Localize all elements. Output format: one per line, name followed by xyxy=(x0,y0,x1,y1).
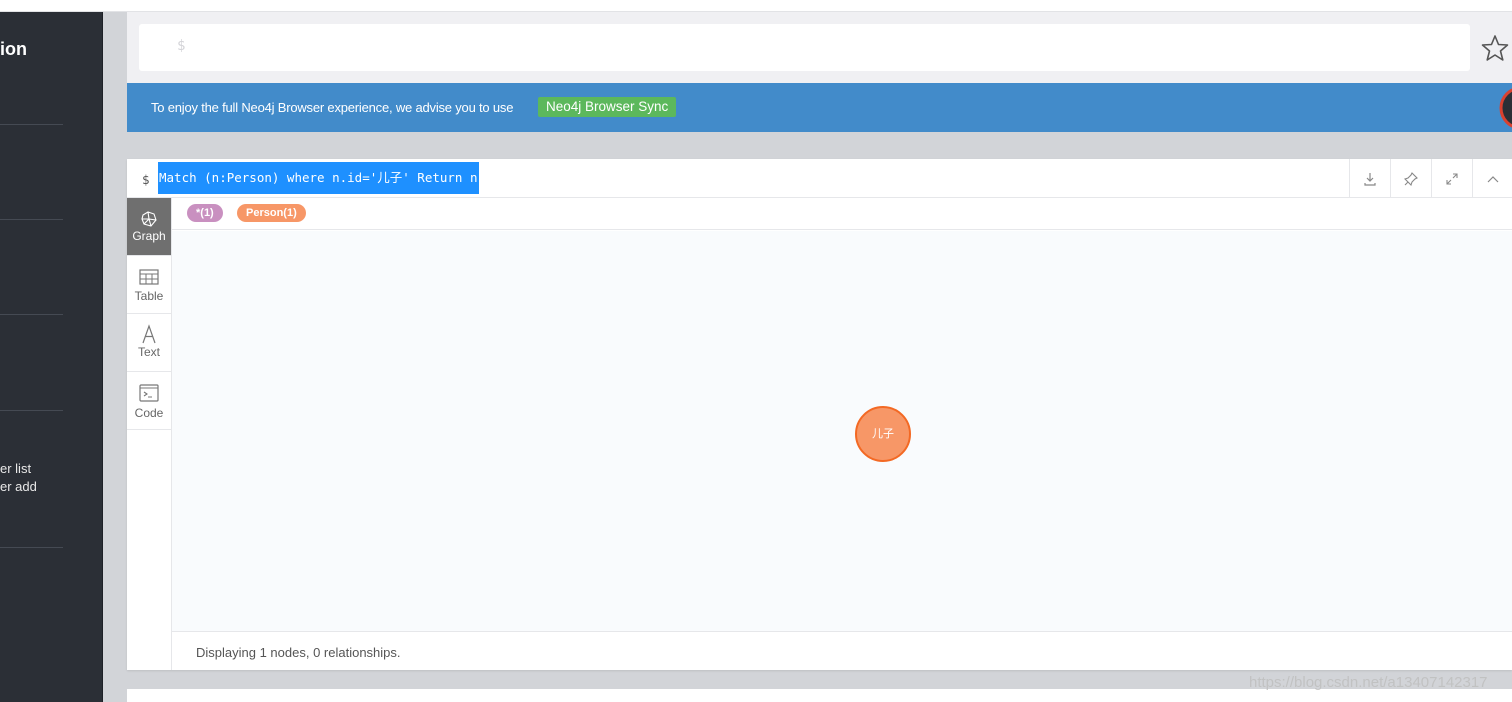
watermark: https://blog.csdn.net/a13407142317 xyxy=(1249,674,1488,691)
sidebar-divider xyxy=(0,124,63,125)
tab-graph[interactable]: Graph xyxy=(127,198,171,256)
favorite-star-button[interactable] xyxy=(1481,34,1509,62)
tab-table-label: Table xyxy=(134,289,164,303)
text-icon xyxy=(142,324,156,344)
sidebar-link-list[interactable]: er list xyxy=(0,461,31,476)
star-icon xyxy=(1481,35,1509,61)
tab-graph-label: Graph xyxy=(132,229,166,243)
status-text: Displaying 1 nodes, 0 relationships. xyxy=(196,645,401,660)
frame-header: $ Match (n:Person) where n.id='儿子' Retur… xyxy=(127,159,1512,198)
fullscreen-button[interactable] xyxy=(1431,159,1472,198)
browser-sync-button[interactable]: Neo4j Browser Sync xyxy=(538,97,677,117)
status-bar: Displaying 1 nodes, 0 relationships. xyxy=(172,631,1512,670)
tab-table[interactable]: Table xyxy=(127,256,171,314)
editor-bar: $ xyxy=(127,12,1512,83)
graph-node[interactable]: 儿子 xyxy=(855,406,911,462)
download-button[interactable] xyxy=(1349,159,1390,198)
tab-code[interactable]: Code xyxy=(127,372,171,430)
code-icon xyxy=(139,384,159,402)
legend-bar: *(1) Person(1) xyxy=(172,198,1512,230)
result-frame: $ Match (n:Person) where n.id='儿子' Retur… xyxy=(127,159,1512,670)
sidebar-title: ion xyxy=(0,39,27,59)
gutter xyxy=(103,12,127,702)
tab-text-label: Text xyxy=(137,345,160,359)
table-icon xyxy=(139,269,159,285)
expand-icon xyxy=(1446,172,1458,185)
sidebar-divider xyxy=(0,219,63,220)
sidebar: ion er list er add xyxy=(0,12,103,702)
banner-close-button[interactable] xyxy=(1499,87,1512,129)
sidebar-divider xyxy=(0,314,63,315)
graph-icon xyxy=(141,211,157,227)
legend-all-nodes[interactable]: *(1) xyxy=(187,204,223,222)
circle-icon xyxy=(1499,88,1512,128)
sidebar-divider xyxy=(0,547,63,548)
sync-banner: To enjoy the full Neo4j Browser experien… xyxy=(127,83,1512,132)
tab-code-label: Code xyxy=(134,406,164,420)
banner-message: To enjoy the full Neo4j Browser experien… xyxy=(151,100,514,115)
tab-text[interactable]: Text xyxy=(127,314,171,372)
download-icon xyxy=(1364,172,1376,186)
editor-prompt: $ xyxy=(177,38,186,54)
frame-prompt: $ xyxy=(142,172,150,187)
top-strip xyxy=(0,0,1512,12)
pin-button[interactable] xyxy=(1390,159,1431,198)
view-tabs: Graph Table Text Code xyxy=(127,198,172,670)
chevron-up-icon xyxy=(1487,175,1499,182)
frame-query[interactable]: Match (n:Person) where n.id='儿子' Return … xyxy=(158,162,479,194)
graph-canvas[interactable]: 儿子 xyxy=(172,231,1512,631)
sidebar-link-add[interactable]: er add xyxy=(0,479,37,494)
pin-icon xyxy=(1404,171,1418,186)
query-editor[interactable]: $ xyxy=(139,24,1470,71)
legend-person[interactable]: Person(1) xyxy=(237,204,306,222)
sidebar-divider xyxy=(0,410,63,411)
collapse-button[interactable] xyxy=(1472,159,1512,198)
